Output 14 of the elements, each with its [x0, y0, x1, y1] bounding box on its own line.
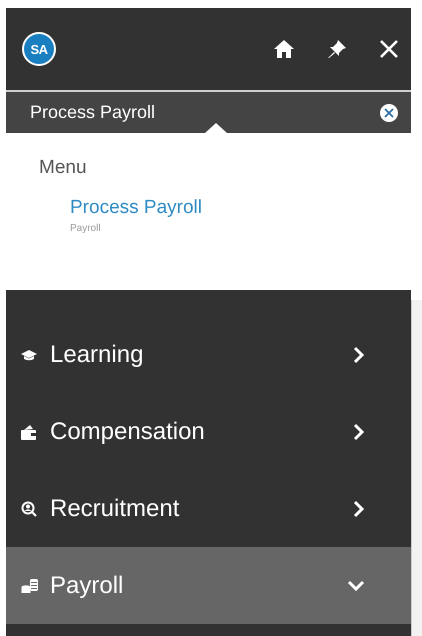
pin-icon[interactable] — [327, 39, 347, 59]
coins-icon — [21, 578, 41, 594]
user-avatar[interactable]: SA — [22, 32, 56, 66]
results-heading: Menu — [39, 157, 88, 179]
close-icon[interactable] — [379, 39, 399, 59]
result-category: Payroll — [70, 223, 101, 234]
nav-item[interactable]: Compensation — [6, 393, 411, 470]
home-icon[interactable] — [273, 39, 295, 59]
clear-icon[interactable] — [379, 102, 399, 122]
result-link[interactable]: Process Payroll — [70, 197, 202, 219]
search-field[interactable]: Process Payroll — [6, 92, 411, 133]
nav-item[interactable]: Recruitment — [6, 470, 411, 547]
nav-item[interactable]: Learning — [6, 316, 411, 393]
nav-item[interactable]: Payroll — [6, 547, 411, 624]
